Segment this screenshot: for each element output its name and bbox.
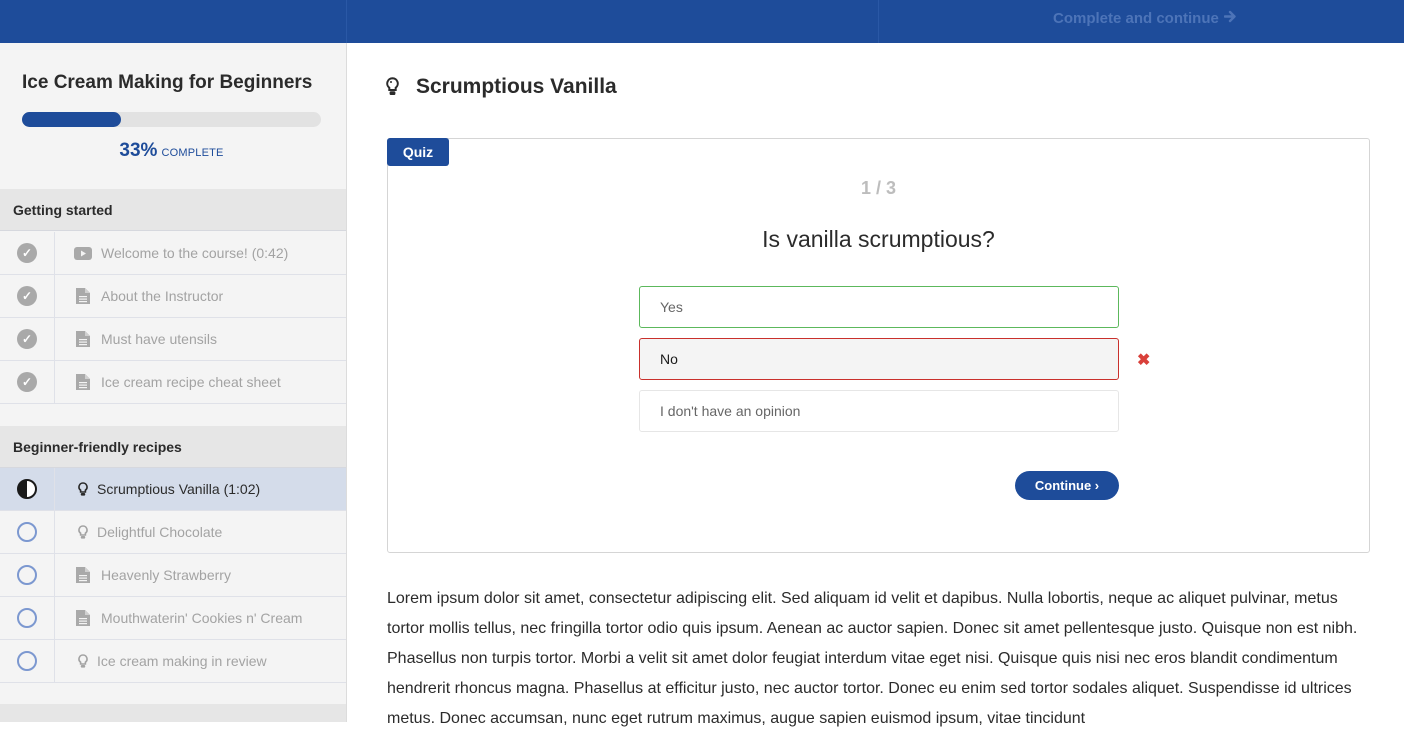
- course-title: Ice Cream Making for Beginners: [22, 72, 313, 93]
- lightbulb-icon: [73, 653, 93, 669]
- top-bar-divider: [346, 0, 347, 43]
- incomplete-circle-icon: [17, 651, 37, 671]
- document-icon: [73, 610, 93, 626]
- document-icon: [73, 331, 93, 347]
- quiz-answer-no-opinion[interactable]: I don't have an opinion: [639, 390, 1119, 432]
- section-header-beginner-recipes: Beginner-friendly recipes: [0, 426, 346, 468]
- lecture-title: About the Instructor: [101, 288, 224, 304]
- document-icon: [73, 567, 93, 583]
- answer-label: Yes: [660, 299, 683, 315]
- video-icon: [73, 246, 93, 260]
- quiz-question-counter: 1 / 3: [860, 178, 897, 198]
- course-progress-fill: [22, 112, 121, 127]
- top-bar: Complete and continue: [0, 0, 1404, 43]
- lecture-title: Delightful Chocolate: [97, 524, 223, 540]
- lecture-title: Ice cream recipe cheat sheet: [101, 374, 281, 390]
- lesson-title: Scrumptious Vanilla: [416, 75, 617, 98]
- document-icon: [73, 288, 93, 304]
- section-header-next: [0, 704, 346, 722]
- quiz-answer-yes[interactable]: Yes: [639, 286, 1119, 328]
- sidebar-lecture-utensils[interactable]: ✓ Must have utensils: [0, 318, 346, 361]
- completed-check-icon: ✓: [17, 329, 37, 349]
- incomplete-circle-icon: [17, 565, 37, 585]
- lightbulb-icon: [73, 481, 93, 497]
- lecture-title: Scrumptious Vanilla (1:02): [97, 481, 261, 497]
- lesson-content: Scrumptious Vanilla Quiz 1 / 3 Is vanill…: [348, 43, 1404, 727]
- progress-percent: 33%: [119, 140, 158, 161]
- sidebar-lecture-cheat-sheet[interactable]: ✓ Ice cream recipe cheat sheet: [0, 361, 346, 404]
- sidebar-lecture-scrumptious-vanilla[interactable]: Scrumptious Vanilla (1:02): [0, 468, 346, 511]
- sidebar-lecture-about-instructor[interactable]: ✓ About the Instructor: [0, 275, 346, 318]
- lightbulb-icon: [73, 524, 93, 540]
- completed-check-icon: ✓: [17, 286, 37, 306]
- incomplete-circle-icon: [17, 608, 37, 628]
- sidebar-lecture-review[interactable]: Ice cream making in review: [0, 640, 346, 683]
- incorrect-x-icon: ✖: [1137, 352, 1151, 369]
- sidebar-lecture-heavenly-strawberry[interactable]: Heavenly Strawberry: [0, 554, 346, 597]
- completed-check-icon: ✓: [17, 372, 37, 392]
- sidebar-lecture-welcome[interactable]: ✓ Welcome to the course! (0:42): [0, 232, 346, 275]
- quiz-tag: Quiz: [387, 138, 449, 166]
- completed-check-icon: ✓: [17, 243, 37, 263]
- course-sidebar: Ice Cream Making for Beginners 33% comple…: [0, 43, 347, 722]
- section-header-getting-started: Getting started: [0, 189, 346, 231]
- lecture-title: Must have utensils: [101, 331, 217, 347]
- lightbulb-icon: [386, 77, 399, 102]
- progress-word: complete: [161, 147, 224, 159]
- sidebar-lecture-delightful-chocolate[interactable]: Delightful Chocolate: [0, 511, 346, 554]
- course-progress-bar: [22, 112, 321, 127]
- progress-label: 33% complete: [0, 140, 343, 162]
- lecture-title: Heavenly Strawberry: [101, 567, 231, 583]
- lecture-title: Welcome to the course! (0:42): [101, 245, 289, 261]
- sidebar-lecture-cookies-n-cream[interactable]: Mouthwaterin' Cookies n' Cream: [0, 597, 346, 640]
- lesson-body-text: Lorem ipsum dolor sit amet, consectetur …: [387, 590, 1358, 727]
- quiz-answer-no[interactable]: No: [639, 338, 1119, 380]
- arrow-right-icon: [1223, 10, 1237, 27]
- top-bar-divider: [878, 0, 879, 43]
- complete-and-continue-label: Complete and continue: [1053, 10, 1219, 27]
- complete-and-continue-button[interactable]: Complete and continue: [1053, 10, 1237, 27]
- document-icon: [73, 374, 93, 390]
- lecture-title: Mouthwaterin' Cookies n' Cream: [101, 610, 303, 626]
- lecture-title: Ice cream making in review: [97, 653, 267, 669]
- incomplete-circle-icon: [17, 522, 37, 542]
- in-progress-icon: [17, 479, 37, 499]
- quiz-continue-button[interactable]: Continue ›: [1015, 471, 1119, 500]
- quiz-card: Quiz 1 / 3 Is vanilla scrumptious? Yes N…: [387, 138, 1370, 553]
- answer-label: I don't have an opinion: [660, 403, 801, 419]
- answer-label: No: [660, 351, 678, 367]
- quiz-question: Is vanilla scrumptious?: [762, 226, 995, 252]
